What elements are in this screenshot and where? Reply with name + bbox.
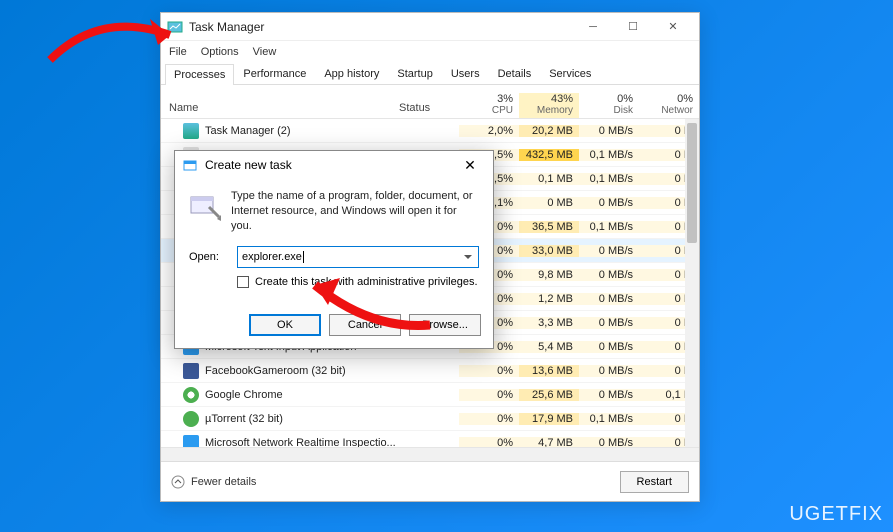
memory-cell: 36,5 MB — [519, 221, 579, 233]
memory-cell: 4,7 MB — [519, 437, 579, 448]
tab-startup[interactable]: Startup — [388, 63, 441, 84]
disk-cell: 0 MB/s — [579, 317, 639, 329]
horizontal-scrollbar[interactable] — [161, 447, 699, 461]
col-memory[interactable]: 43%Memory — [519, 93, 579, 118]
memory-cell: 1,2 MB — [519, 293, 579, 305]
memory-cell: 0,1 MB — [519, 173, 579, 185]
memory-cell: 3,3 MB — [519, 317, 579, 329]
memory-cell: 5,4 MB — [519, 341, 579, 353]
disk-cell: 0 MB/s — [579, 365, 639, 377]
footer: Fewer details Restart — [161, 461, 699, 501]
tab-processes[interactable]: Processes — [165, 64, 234, 85]
watermark: UGETFIX — [789, 503, 883, 526]
disk-cell: 0 MB/s — [579, 269, 639, 281]
fewer-details-button[interactable]: Fewer details — [171, 475, 256, 489]
table-row[interactable]: Microsoft Network Realtime Inspectio... 0… — [161, 431, 699, 447]
disk-cell: 0,1 MB/s — [579, 149, 639, 161]
menu-view[interactable]: View — [253, 46, 277, 58]
dialog-title: Create new task — [205, 158, 455, 172]
memory-cell: 9,8 MB — [519, 269, 579, 281]
disk-cell: 0 MB/s — [579, 245, 639, 257]
disk-cell: 0 MB/s — [579, 389, 639, 401]
disk-cell: 0,1 MB/s — [579, 173, 639, 185]
menubar: File Options View — [161, 41, 699, 63]
run-dialog-icon — [183, 157, 199, 173]
app-icon — [183, 411, 199, 427]
memory-cell: 432,5 MB — [519, 149, 579, 161]
admin-label: Create this task with administrative pri… — [255, 276, 478, 288]
minimize-button[interactable]: ─ — [573, 13, 613, 41]
browse-button[interactable]: Browse... — [409, 314, 481, 336]
col-network[interactable]: 0%Networ — [639, 93, 699, 118]
col-disk[interactable]: 0%Disk — [579, 93, 639, 118]
run-icon — [189, 189, 221, 221]
cpu-cell: 0% — [459, 437, 519, 448]
disk-cell: 0,1 MB/s — [579, 221, 639, 233]
process-name: µTorrent (32 bit) — [205, 413, 283, 425]
task-manager-icon — [167, 19, 183, 35]
tab-details[interactable]: Details — [489, 63, 541, 84]
disk-cell: 0 MB/s — [579, 437, 639, 448]
chevron-up-icon — [171, 475, 185, 489]
cpu-cell: 0% — [459, 413, 519, 425]
memory-cell: 25,6 MB — [519, 389, 579, 401]
open-label: Open: — [189, 251, 227, 263]
memory-cell: 20,2 MB — [519, 125, 579, 137]
memory-cell: 13,6 MB — [519, 365, 579, 377]
admin-checkbox[interactable] — [237, 276, 249, 288]
vertical-scrollbar[interactable] — [685, 119, 699, 447]
table-row[interactable]: µTorrent (32 bit)0%17,9 MB0,1 MB/s0 M — [161, 407, 699, 431]
cpu-cell: 0% — [459, 365, 519, 377]
dialog-titlebar: Create new task ✕ — [175, 151, 493, 179]
cancel-button[interactable]: Cancel — [329, 314, 401, 336]
process-name: Microsoft Network Realtime Inspectio... — [205, 437, 396, 448]
tab-strip: Processes Performance App history Startu… — [161, 63, 699, 85]
menu-file[interactable]: File — [169, 46, 187, 58]
disk-cell: 0 MB/s — [579, 293, 639, 305]
tab-performance[interactable]: Performance — [234, 63, 315, 84]
column-headers: Name Status 3%CPU 43%Memory 0%Disk 0%Net… — [161, 85, 699, 119]
app-icon — [183, 435, 199, 448]
ok-button[interactable]: OK — [249, 314, 321, 336]
tab-services[interactable]: Services — [540, 63, 600, 84]
app-icon — [183, 363, 199, 379]
memory-cell: 17,9 MB — [519, 413, 579, 425]
tab-app-history[interactable]: App history — [315, 63, 388, 84]
cpu-cell: 0% — [459, 389, 519, 401]
disk-cell: 0 MB/s — [579, 125, 639, 137]
memory-cell: 33,0 MB — [519, 245, 579, 257]
col-name[interactable]: Name — [161, 102, 399, 118]
create-task-dialog: Create new task ✕ Type the name of a pro… — [174, 150, 494, 349]
col-status[interactable]: Status — [399, 102, 459, 118]
open-input[interactable]: explorer.exe — [237, 246, 479, 268]
disk-cell: 0 MB/s — [579, 341, 639, 353]
dialog-close-button[interactable]: ✕ — [455, 151, 485, 179]
app-icon — [183, 387, 199, 403]
tab-users[interactable]: Users — [442, 63, 489, 84]
disk-cell: 0,1 MB/s — [579, 413, 639, 425]
table-row[interactable]: Task Manager (2)2,0%20,2 MB0 MB/s0 M — [161, 119, 699, 143]
table-row[interactable]: Google Chrome0%25,6 MB0 MB/s0,1 M — [161, 383, 699, 407]
process-name: Task Manager (2) — [205, 125, 291, 137]
close-button[interactable]: ✕ — [653, 13, 693, 41]
titlebar: Task Manager ─ ☐ ✕ — [161, 13, 699, 41]
cpu-cell: 2,0% — [459, 125, 519, 137]
table-row[interactable]: FacebookGameroom (32 bit) 0%13,6 MB0 MB/s… — [161, 359, 699, 383]
app-icon — [183, 123, 199, 139]
process-name: FacebookGameroom (32 bit) — [205, 365, 346, 377]
admin-checkbox-row[interactable]: Create this task with administrative pri… — [237, 276, 479, 288]
disk-cell: 0 MB/s — [579, 197, 639, 209]
process-name: Google Chrome — [205, 389, 283, 401]
window-title: Task Manager — [189, 20, 573, 34]
memory-cell: 0 MB — [519, 197, 579, 209]
restart-button[interactable]: Restart — [620, 471, 689, 493]
menu-options[interactable]: Options — [201, 46, 239, 58]
maximize-button[interactable]: ☐ — [613, 13, 653, 41]
col-cpu[interactable]: 3%CPU — [459, 93, 519, 118]
dialog-message: Type the name of a program, folder, docu… — [231, 189, 479, 234]
